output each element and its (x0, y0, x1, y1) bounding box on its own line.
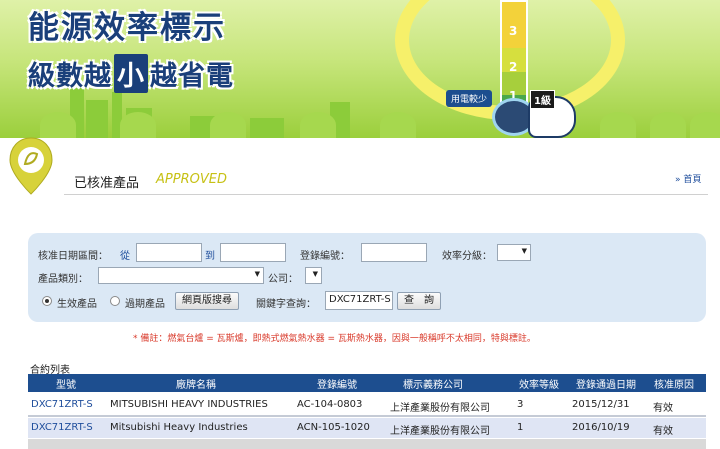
reg-no-cell: AC-104-0803 (297, 399, 363, 410)
radio-active-label: 生效產品 (57, 299, 97, 310)
title-divider (64, 194, 708, 195)
radio-expired-label: 過期產品 (125, 299, 165, 310)
gauge-level-3: 3 (509, 24, 518, 38)
col-model: 型號 (56, 380, 76, 391)
table-row[interactable]: DXC71ZRT-S Mitsubishi Heavy Industries A… (28, 418, 706, 438)
col-company: 標示義務公司 (403, 380, 463, 391)
category-label: 產品類別： (38, 274, 88, 285)
subtitle-part-1: 級數越 (28, 61, 112, 92)
date-range-label: 核准日期區間： (38, 251, 108, 262)
company-select[interactable]: ▼ (305, 267, 322, 284)
col-reg-no: 登錄編號 (317, 380, 357, 391)
category-select[interactable]: ▼ (98, 267, 264, 284)
reg-no-label: 登錄編號： (300, 251, 350, 262)
col-reason: 核准原因 (654, 380, 694, 391)
page-title: 已核准產品 (74, 176, 140, 191)
col-date: 登錄通過日期 (576, 380, 636, 391)
reason-cell: 有效 (653, 426, 673, 437)
col-level: 效率等級 (519, 380, 559, 391)
efficiency-select[interactable]: ▼ (497, 244, 531, 261)
query-button[interactable]: 查 詢 (397, 292, 441, 310)
model-link[interactable]: DXC71ZRT-S (31, 422, 93, 433)
level-1-badge: 1級 (530, 90, 555, 109)
reg-no-input[interactable] (361, 243, 427, 262)
date-to-label: 到 (205, 251, 215, 262)
efficiency-label: 效率分級： (442, 251, 492, 262)
radio-active-products[interactable] (42, 296, 52, 306)
web-search-button[interactable]: 網頁版搜尋 (175, 292, 239, 310)
date-from-label: 從 (120, 251, 130, 262)
reg-no-cell: ACN-105-1020 (297, 422, 370, 433)
reason-cell: 有效 (653, 403, 673, 414)
banner-subtitle: 級數越小越省電 (28, 54, 234, 93)
level-cell: 1 (517, 422, 524, 433)
keyword-label: 關鍵字查詢： (256, 299, 316, 310)
trees-illustration (0, 108, 720, 138)
date-cell: 2016/10/19 (572, 422, 630, 433)
company-cell: 上洋產業股份有限公司 (390, 426, 490, 437)
radio-expired-products[interactable] (110, 296, 120, 306)
energy-label-banner: 3 2 1 能源效率標示 級數越小越省電 用電較少 1級 (0, 0, 720, 138)
use-less-tag: 用電較少 (446, 90, 493, 107)
subtitle-highlight: 小 (114, 54, 148, 93)
chevron-down-icon: ▼ (312, 270, 318, 278)
col-brand: 廠牌名稱 (176, 380, 216, 391)
brand-cell: MITSUBISHI HEAVY INDUSTRIES (110, 399, 268, 410)
company-label: 公司： (268, 274, 298, 285)
company-cell: 上洋產業股份有限公司 (390, 403, 490, 414)
gauge-level-2: 2 (509, 60, 518, 74)
date-to-input[interactable] (220, 243, 286, 262)
remarks-note: * 備註：燃氣台爐 = 瓦斯爐，即熱式燃氣熱水器 = 瓦斯熱水器，因與一般稱呼不… (133, 334, 536, 344)
page-title-en: APPROVED (156, 172, 227, 187)
search-form: 核准日期區間： 從 到 登錄編號： 效率分級： ▼ 產品類別： ▼ 公司： ▼ … (28, 233, 706, 322)
brand-cell: Mitsubishi Heavy Industries (110, 422, 248, 433)
subtitle-part-2: 越省電 (150, 61, 234, 92)
keyword-input[interactable]: DXC71ZRT-S (325, 291, 393, 310)
table-header: 型號 廠牌名稱 登錄編號 標示義務公司 效率等級 登錄通過日期 核准原因 (28, 374, 706, 392)
table-footer-bar (28, 439, 706, 449)
chevron-down-icon: ▼ (521, 247, 527, 255)
chevron-down-icon: ▼ (254, 270, 260, 278)
home-link[interactable]: » 首頁 (675, 172, 701, 185)
location-pin-icon (9, 137, 53, 195)
date-from-input[interactable] (136, 243, 202, 262)
level-cell: 3 (517, 399, 524, 410)
banner-title: 能源效率標示 (28, 10, 226, 46)
date-cell: 2015/12/31 (572, 399, 630, 410)
table-row[interactable]: DXC71ZRT-S MITSUBISHI HEAVY INDUSTRIES A… (28, 395, 706, 415)
model-link[interactable]: DXC71ZRT-S (31, 399, 93, 410)
row-divider (28, 415, 706, 417)
